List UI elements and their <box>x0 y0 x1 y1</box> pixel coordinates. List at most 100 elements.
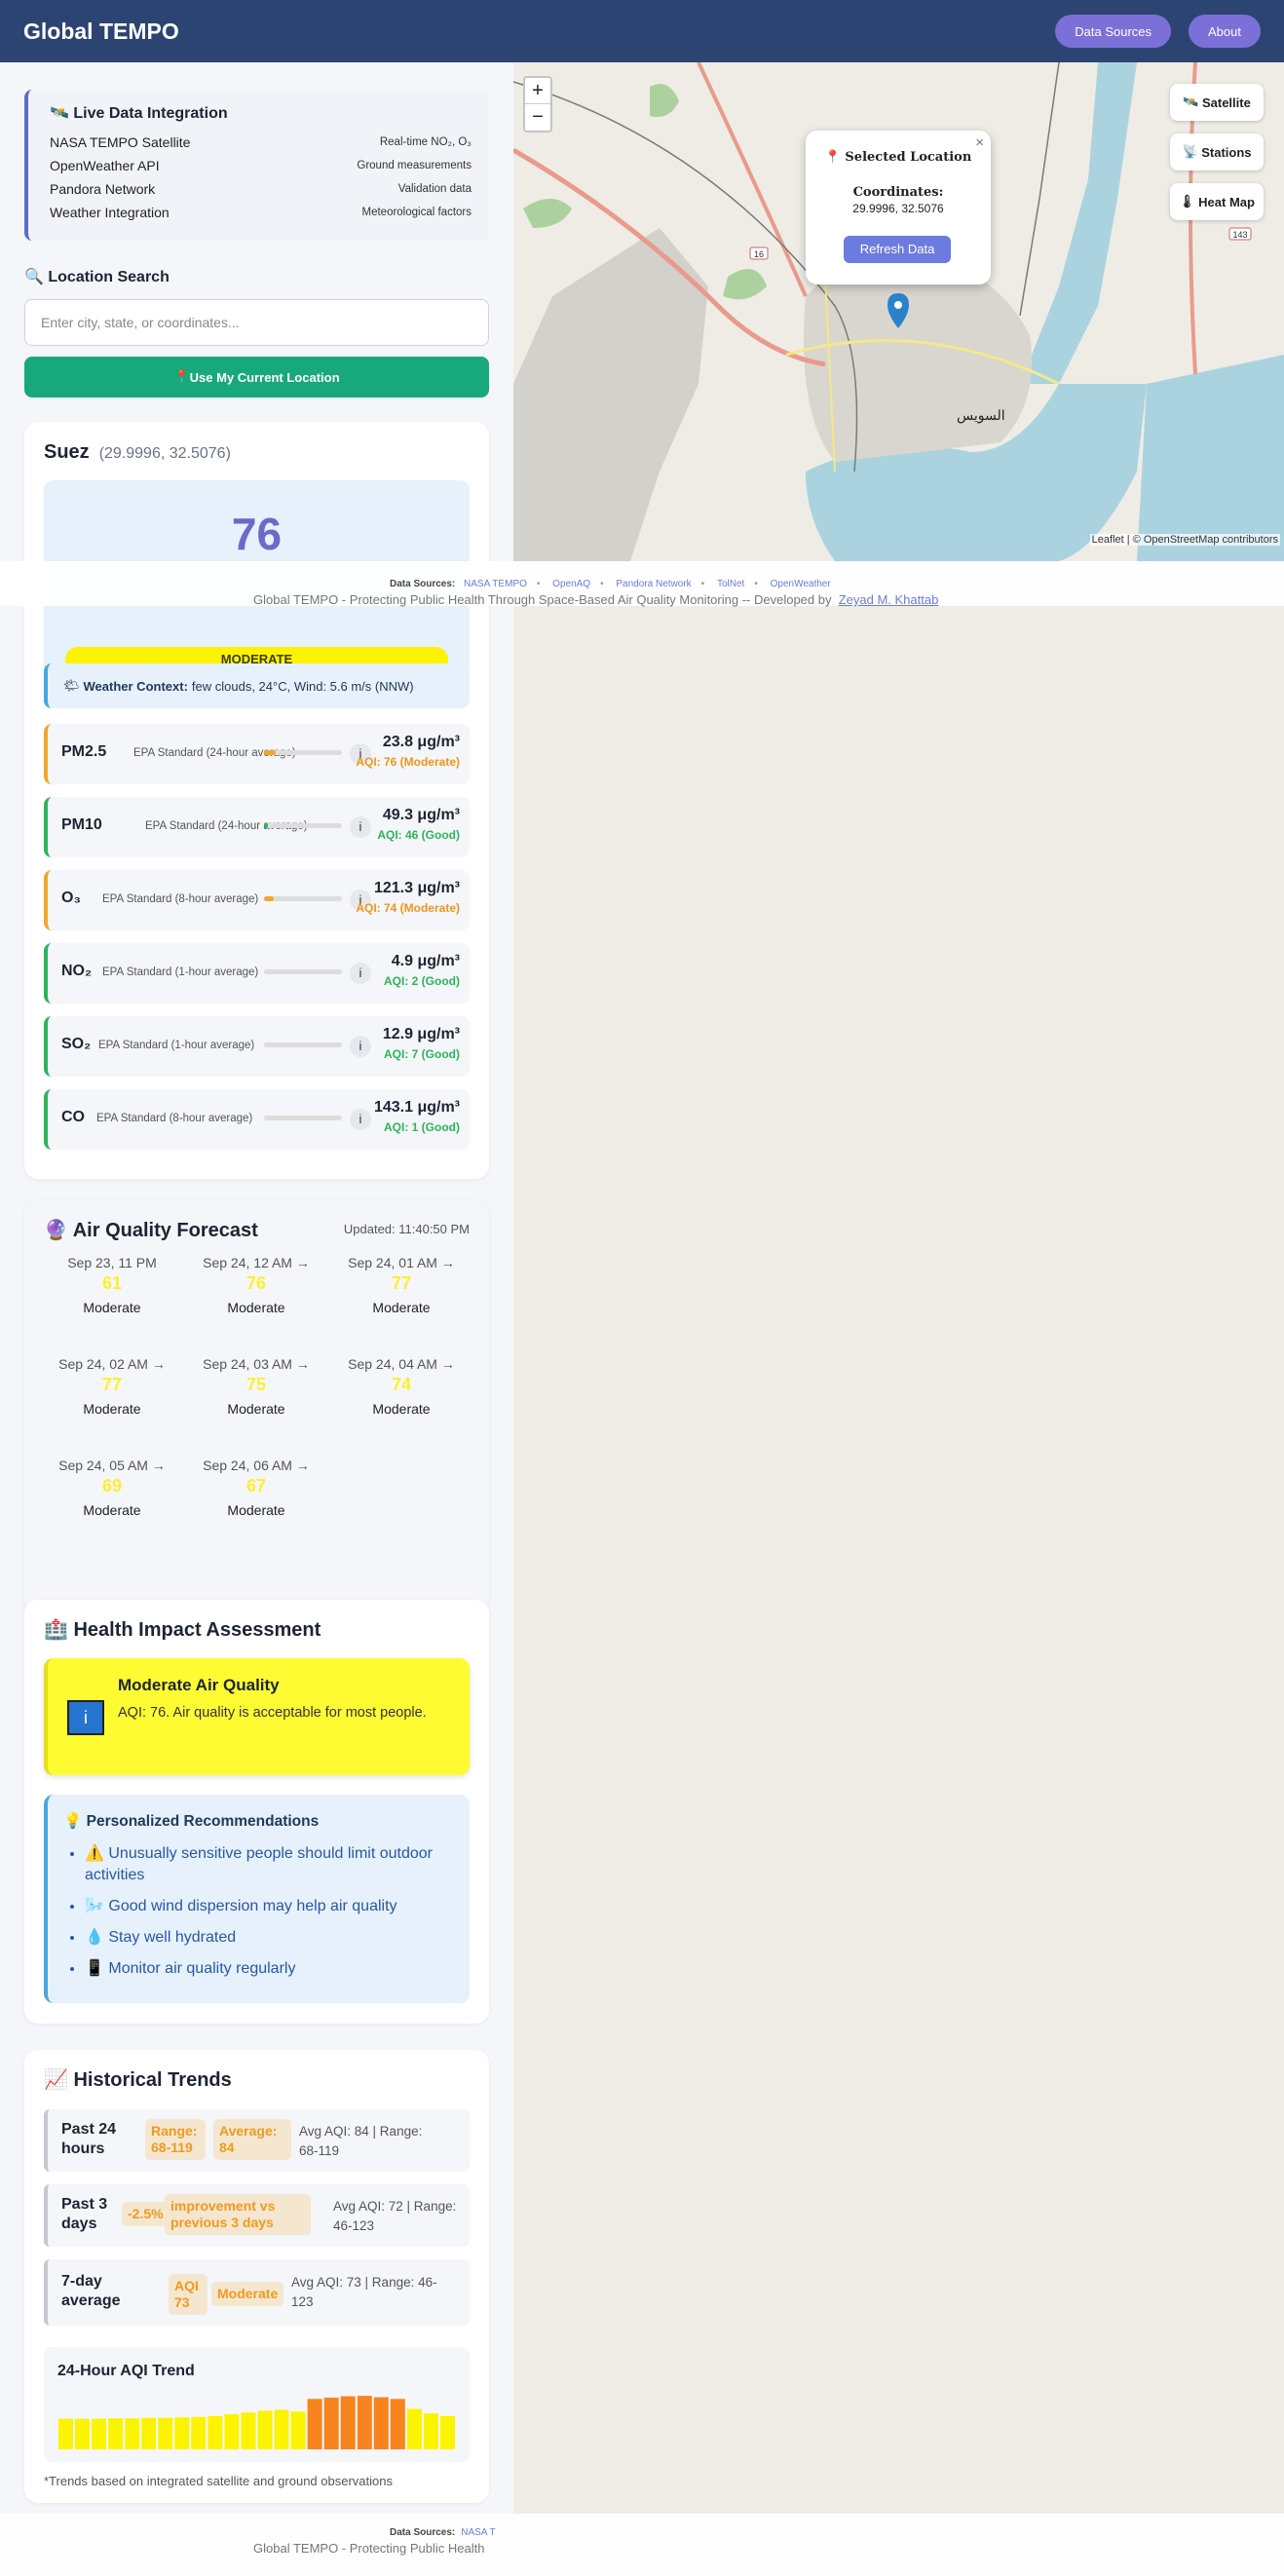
pollutant-aqi: AQI: 76 (Moderate) <box>356 755 460 769</box>
footer-tagline: Global TEMPO - Protecting Public Health <box>253 2541 485 2556</box>
trend-bar <box>241 2412 256 2449</box>
live-row: OpenWeather API Ground measurements <box>50 158 472 173</box>
location-search-title: 🔍 Location Search <box>24 269 170 285</box>
forecast-aqi: 69 <box>101 1476 123 1496</box>
source-link[interactable]: OpenAQ <box>552 579 590 589</box>
stations-toggle[interactable]: 📡 Stations <box>1170 133 1264 170</box>
heat-map-toggle[interactable]: 🌡 Heat Map <box>1170 183 1264 220</box>
source-link[interactable]: NASA T <box>461 2527 495 2538</box>
arrow-icon: → <box>151 1356 166 1372</box>
forecast-time: Sep 24, 06 AM → <box>203 1458 310 1473</box>
trend-bar <box>208 2415 223 2449</box>
forecast-card: 🔮 Air Quality Forecast Updated: 11:40:50… <box>24 1200 489 1614</box>
pollutant-aqi: AQI: 74 (Moderate) <box>356 901 460 915</box>
forecast-aqi: 74 <box>391 1375 412 1394</box>
live-row: NASA TEMPO Satellite Real-time NO₂, O₃ <box>50 134 472 150</box>
antenna-icon: 📡 <box>1182 144 1198 159</box>
trend-bars <box>58 2396 455 2449</box>
pollutant-level-bar <box>264 1042 342 1047</box>
city-name: Suez <box>44 441 90 463</box>
top-navbar: Global TEMPO Data Sources About <box>0 0 1284 62</box>
forecast-category: Moderate <box>372 1401 431 1417</box>
pollutant-aqi: AQI: 7 (Good) <box>384 1047 460 1061</box>
info-icon[interactable]: i <box>350 816 371 838</box>
info-icon[interactable]: i <box>350 963 371 984</box>
location-card: Suez (29.9996, 32.5076) 76 MODERATE 🌤 Wea… <box>24 422 489 1179</box>
forecast-category: Moderate <box>227 1401 285 1417</box>
pollutant-standard: EPA Standard (8-hour average) <box>96 1113 253 1124</box>
pollutant-name: O₃ <box>61 890 81 906</box>
arrow-icon: → <box>295 1255 310 1270</box>
source-link[interactable]: OpenWeather <box>771 579 831 589</box>
list-item: 📱 Monitor air quality regularly <box>85 1958 455 1980</box>
trend-bar <box>174 2417 190 2449</box>
satellite-toggle[interactable]: 🛰️ Satellite <box>1170 84 1264 121</box>
source-link[interactable]: NASA TEMPO <box>464 579 527 589</box>
trend-bar <box>390 2399 405 2449</box>
arrow-icon: → <box>295 1458 310 1473</box>
list-item: 🌬️ Good wind dispersion may help air qua… <box>85 1896 455 1917</box>
trend-note: *Trends based on integrated satellite an… <box>44 2474 393 2488</box>
forecast-category: Moderate <box>83 1401 141 1417</box>
health-title: 🏥 Health Impact Assessment <box>44 1619 321 1641</box>
source-link[interactable]: TolNet <box>717 579 744 589</box>
pollutant-name: NO₂ <box>61 963 93 979</box>
forecast-updated: Updated: 11:40:50 PM <box>343 1222 470 1236</box>
zoom-out-button[interactable]: − <box>525 104 550 131</box>
pollutant-value: 121.3 μg/m³ <box>373 880 460 896</box>
phone-icon: 📱 <box>85 1960 104 1977</box>
footer-strip: Data Sources: NASA TEMPO • OpenAQ • Pandor… <box>0 561 1284 607</box>
popup-close-button[interactable]: × <box>975 134 984 151</box>
road-badge: 16 <box>754 249 764 259</box>
recommendations-panel: 💡 Personalized Recommendations ⚠️ Unusua… <box>44 1795 470 2003</box>
recommendations-list: ⚠️ Unusually sensitive people should lim… <box>85 1843 455 1989</box>
health-card: 🏥 Health Impact Assessment i Moderate Ai… <box>24 1600 489 2024</box>
pollutant-name: SO₂ <box>61 1036 92 1052</box>
info-icon[interactable]: i <box>350 1109 371 1130</box>
popup-title: 📍 Selected Location <box>824 150 972 165</box>
trend-bar <box>108 2418 124 2449</box>
satellite-icon: 🛰️ <box>50 105 69 122</box>
forecast-time: Sep 24, 04 AM → <box>348 1356 455 1372</box>
pin-icon: 📍 <box>824 150 841 165</box>
trend-bar <box>92 2418 107 2449</box>
live-row: Pandora Network Validation data <box>50 181 472 197</box>
search-input[interactable]: Enter city, state, or coordinates... <box>24 299 489 346</box>
pollutant-level-bar <box>264 823 342 828</box>
app-title: Global TEMPO <box>23 18 179 44</box>
trend-row: Past 24 hours Range: 68-119 Average: 84 … <box>44 2109 470 2172</box>
info-icon[interactable]: i <box>350 1036 371 1057</box>
pollutant-level-fill <box>264 896 274 901</box>
author-link[interactable]: Zeyad M. Khattab <box>839 592 939 607</box>
weather-context: 🌤 Weather Context: few clouds, 24°C, Win… <box>44 663 470 708</box>
pollutant-value: 49.3 μg/m³ <box>382 807 460 823</box>
footer-tagline: Global TEMPO - Protecting Public Health … <box>253 592 939 607</box>
forecast-aqi: 75 <box>245 1375 267 1394</box>
live-data-panel: 🛰️ Live Data Integration NASA TEMPO Sate… <box>24 90 489 241</box>
pollutant-row: SO₂ EPA Standard (1-hour average) i 12.9 μg… <box>44 1016 470 1077</box>
alert-text: AQI: 76. Air quality is acceptable for m… <box>118 1705 427 1721</box>
pollutant-name: PM10 <box>61 816 102 833</box>
forecast-time: Sep 24, 05 AM → <box>58 1458 166 1473</box>
arrow-icon: → <box>151 1458 166 1473</box>
map-attribution[interactable]: Leaflet | © OpenStreetMap contributors <box>1089 534 1280 546</box>
pollutant-standard: EPA Standard (1-hour average) <box>102 966 259 978</box>
source-link[interactable]: Pandora Network <box>616 579 691 589</box>
popup-coordinates: 29.9996, 32.5076 <box>852 202 944 215</box>
refresh-data-button[interactable]: Refresh Data <box>844 236 951 263</box>
trend-bar <box>125 2418 140 2449</box>
pollutant-value: 4.9 μg/m³ <box>391 953 460 969</box>
zoom-in-button[interactable]: + <box>525 78 550 104</box>
data-sources-button[interactable]: Data Sources <box>1055 15 1172 48</box>
health-alert: i Moderate Air Quality AQI: 76. Air qual… <box>44 1658 470 1775</box>
forecast-aqi: 77 <box>101 1375 123 1394</box>
lightbulb-icon: 💡 <box>63 1813 83 1830</box>
pollutant-row: NO₂ EPA Standard (1-hour average) i 4.9 μg/… <box>44 943 470 1004</box>
about-button[interactable]: About <box>1189 15 1261 48</box>
use-current-location-button[interactable]: 📍 Use My Current Location <box>24 357 489 398</box>
list-item: 💧 Stay well hydrated <box>85 1927 455 1949</box>
trend-bar <box>158 2417 173 2449</box>
history-card: 📈 Historical Trends Past 24 hours Range:… <box>24 2050 489 2503</box>
map-view[interactable]: 16 143 + − 🛰️ Satellite 📡 Stations 🌡 Hea… <box>513 62 1284 561</box>
pollutant-value: 12.9 μg/m³ <box>382 1026 460 1042</box>
